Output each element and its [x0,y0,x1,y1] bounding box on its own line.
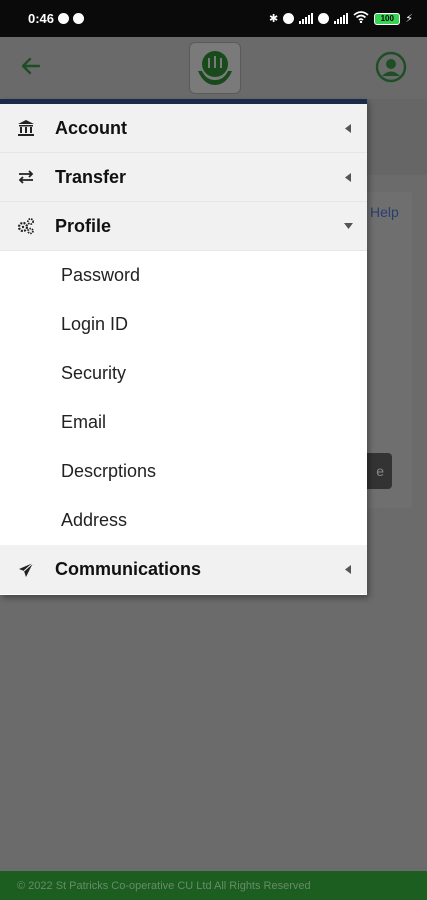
wifi-icon [353,11,369,26]
submenu-item-login-id[interactable]: Login ID [0,300,367,349]
menu-item-label: Communications [55,559,202,579]
menu-item-transfer[interactable]: Transfer [0,153,367,202]
signal-icon [299,13,314,24]
menu-item-account[interactable]: Account [0,104,367,153]
credit-union-logo [189,42,241,94]
copyright-text: © 2022 St Patricks Co-operative CU Ltd A… [17,879,311,892]
back-arrow-icon[interactable] [20,55,42,77]
submenu-item-address[interactable]: Address [0,496,367,545]
submenu-item-password[interactable]: Password [0,251,367,300]
gears-icon [16,216,36,236]
charging-icon: ⚡ [405,13,413,25]
signal-icon-2 [334,13,349,24]
bank-icon [16,118,36,138]
menu-item-label: Profile [55,215,112,236]
submenu-item-email[interactable]: Email [0,398,367,447]
status-time-group: 0:46 [28,11,85,26]
menu-item-communications[interactable]: Communications [0,545,367,594]
app-bar [0,37,427,99]
status-time: 0:46 [28,11,55,26]
sim-r-icon [283,13,295,24]
notification-icon [58,13,70,24]
transfer-icon [16,167,36,187]
notification-icon-2 [73,13,85,24]
paper-plane-icon [16,560,36,580]
status-bar: 0:46 ✱ 100 ⚡ [0,0,427,37]
footer: © 2022 St Patricks Co-operative CU Ltd A… [0,871,427,900]
navigation-menu: Account Transfer Profile Password Login … [0,99,367,595]
submenu-item-descriptions[interactable]: Descrptions [0,447,367,496]
menu-item-label: Account [55,117,127,138]
submenu-item-security[interactable]: Security [0,349,367,398]
chevron-down-icon [343,221,353,231]
bluetooth-icon: ✱ [269,13,279,25]
chevron-left-icon [343,172,353,182]
background-button-label: e [376,463,384,479]
battery-icon: 100 [374,12,401,25]
chevron-left-icon [343,565,353,575]
menu-item-label: Transfer [55,166,127,187]
user-avatar-icon[interactable] [375,51,407,83]
help-link[interactable]: Help [370,204,399,220]
menu-item-profile[interactable]: Profile [0,202,367,251]
sim-r-icon-2 [318,13,330,24]
status-icons: ✱ 100 ⚡ [269,11,413,26]
chevron-left-icon [343,123,353,133]
